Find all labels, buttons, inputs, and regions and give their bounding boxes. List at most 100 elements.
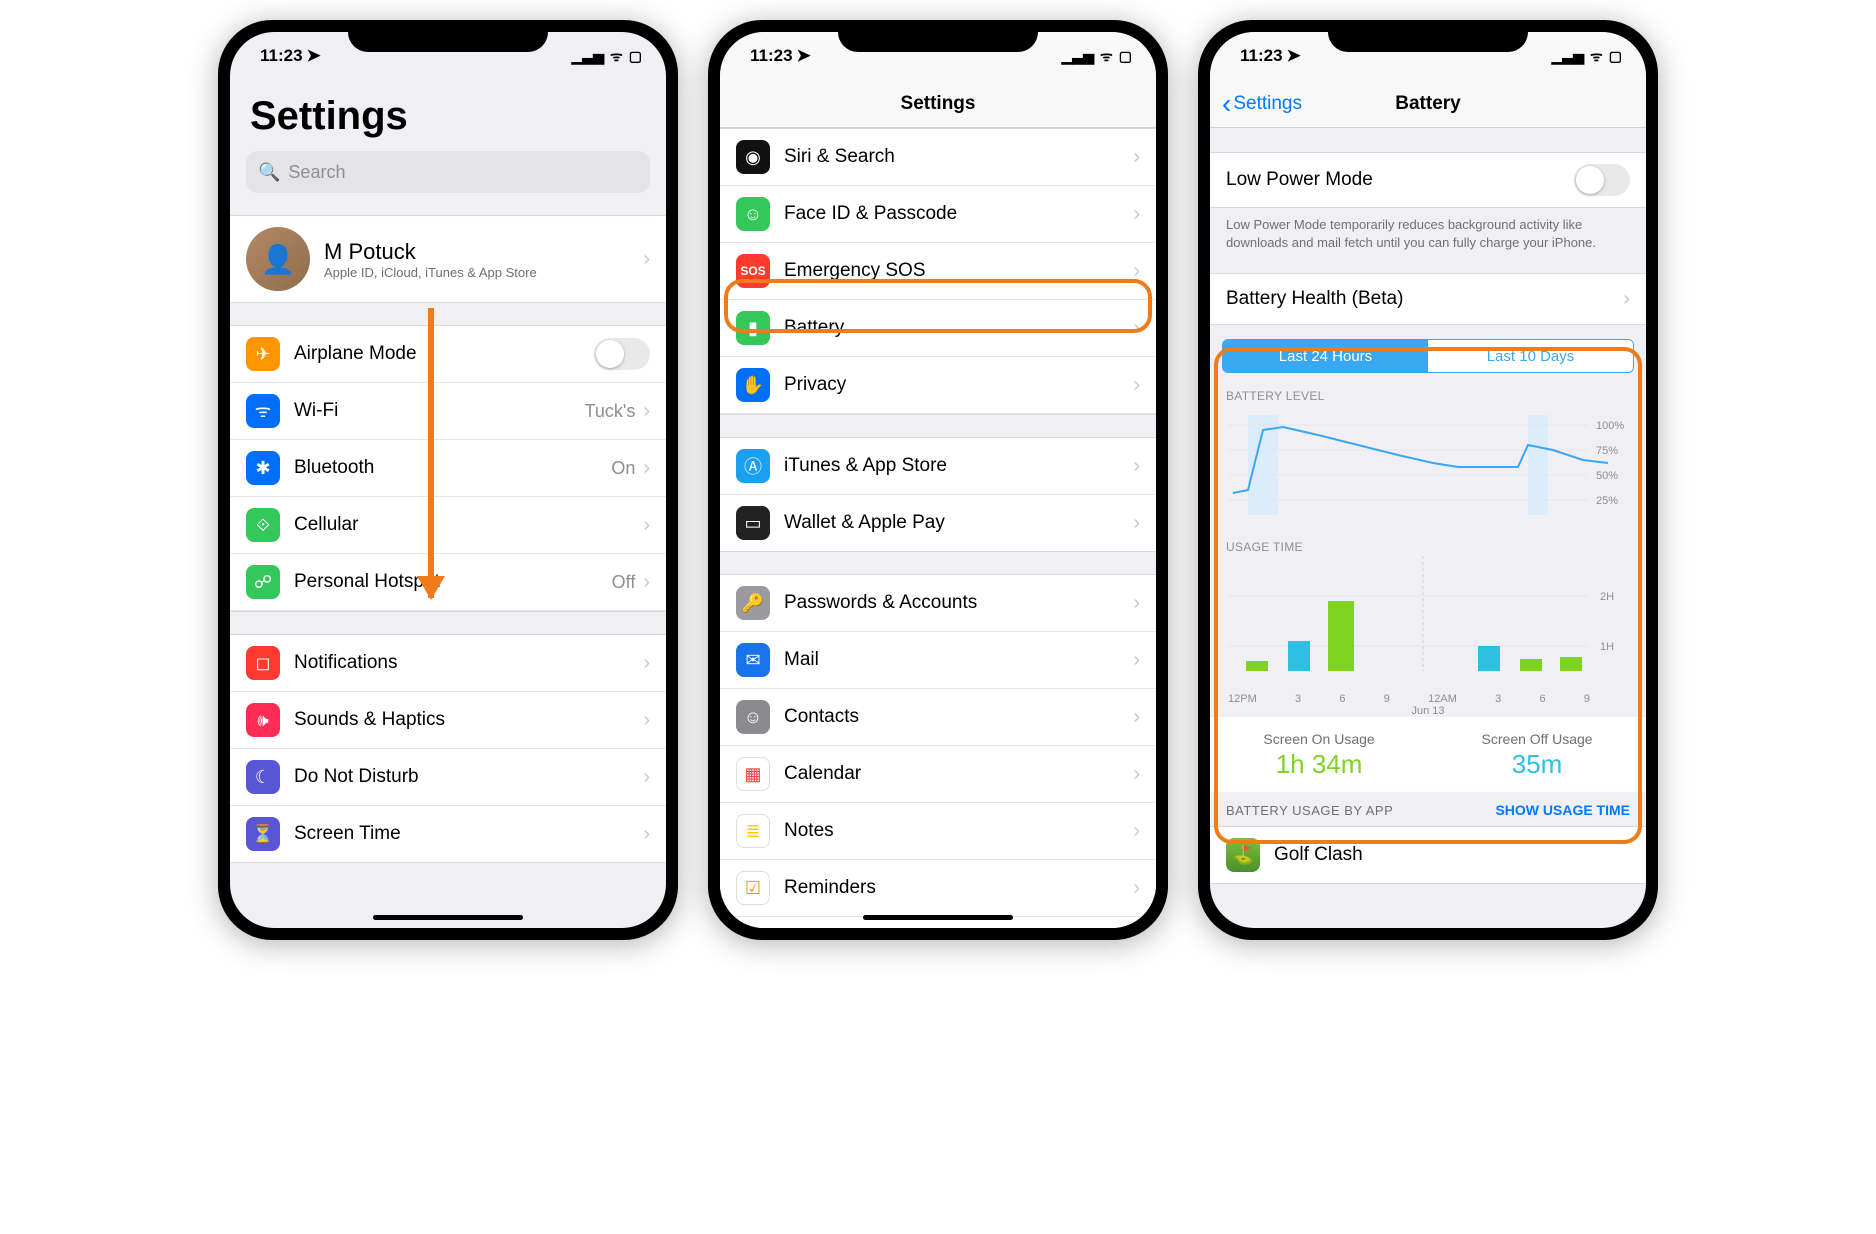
chart-date-label: Jun 13 <box>1226 705 1630 717</box>
sounds-icon: 🕪 <box>246 703 280 737</box>
nav-title: Battery <box>1395 93 1460 115</box>
reminders-row[interactable]: ☑Reminders› <box>720 860 1156 917</box>
airplane-toggle[interactable] <box>594 338 650 370</box>
usage-time-chart: 2H 1H 12PM36912AM369 Jun 13 <box>1210 556 1646 717</box>
screen-off-value: 35m <box>1482 749 1593 780</box>
chevron-right-icon: › <box>643 514 650 537</box>
airplane-icon: ✈ <box>246 337 280 371</box>
sounds-row[interactable]: 🕪 Sounds & Haptics › <box>230 692 666 749</box>
x-axis-ticks: 12PM36912AM369 <box>1226 691 1630 705</box>
battery-level-svg: 100% 75% 50% 25% <box>1226 405 1630 525</box>
notes-row[interactable]: ≣Notes› <box>720 803 1156 860</box>
svg-text:1H: 1H <box>1600 641 1614 653</box>
golf-clash-icon: ⛳ <box>1226 838 1260 872</box>
signal-icon: ▁▃▅ <box>572 48 604 65</box>
usage-time-heading: USAGE TIME <box>1210 530 1646 556</box>
nav-bar: Settings <box>720 80 1156 128</box>
hotspot-row[interactable]: ☍ Personal Hotspot Off › <box>230 554 666 611</box>
time-range-segmented[interactable]: Last 24 Hours Last 10 Days <box>1222 339 1634 373</box>
chevron-right-icon: › <box>643 823 650 846</box>
screen-on-value: 1h 34m <box>1263 749 1374 780</box>
siri-row[interactable]: ◉ Siri & Search › <box>720 129 1156 186</box>
usage-summary: Screen On Usage 1h 34m Screen Off Usage … <box>1210 717 1646 792</box>
dnd-row[interactable]: ☾ Do Not Disturb › <box>230 749 666 806</box>
location-icon: ➤ <box>307 46 321 66</box>
battery-health-row[interactable]: Battery Health (Beta) › <box>1210 274 1646 324</box>
annotation-arrow-down <box>428 308 434 598</box>
app-usage-row[interactable]: ⛳ Golf Clash <box>1210 827 1646 883</box>
status-bar: 11:23➤ ▁▃▅ ᯤ ▢ <box>720 32 1156 80</box>
back-button[interactable]: ‹ Settings <box>1222 93 1302 115</box>
passwords-row[interactable]: 🔑Passwords & Accounts› <box>720 575 1156 632</box>
reminders-icon: ☑ <box>736 871 770 905</box>
sos-icon: SOS <box>736 254 770 288</box>
battery-icon: ▢ <box>629 48 642 65</box>
battery-level-heading: BATTERY LEVEL <box>1210 379 1646 405</box>
search-input[interactable]: 🔍 Search <box>246 151 650 193</box>
wallet-icon: ▭ <box>736 506 770 540</box>
battery-level-chart: 100% 75% 50% 25% <box>1210 405 1646 530</box>
privacy-row[interactable]: ✋ Privacy › <box>720 357 1156 414</box>
sos-row[interactable]: SOS Emergency SOS › <box>720 243 1156 300</box>
battery-screen: 11:23➤ ▁▃▅ ᯤ ▢ ‹ Settings Battery Low Po… <box>1210 32 1646 928</box>
search-placeholder: Search <box>288 162 345 183</box>
hourglass-icon: ⏳ <box>246 817 280 851</box>
chevron-right-icon: › <box>643 248 650 271</box>
mail-icon: ✉ <box>736 643 770 677</box>
key-icon: 🔑 <box>736 586 770 620</box>
calendar-row[interactable]: ▦Calendar› <box>720 746 1156 803</box>
airplane-mode-row[interactable]: ✈ Airplane Mode <box>230 326 666 383</box>
battery-row[interactable]: ▮ Battery › <box>720 300 1156 357</box>
mail-row[interactable]: ✉Mail› <box>720 632 1156 689</box>
svg-text:25%: 25% <box>1596 495 1618 507</box>
phone-mockup-3: 11:23➤ ▁▃▅ ᯤ ▢ ‹ Settings Battery Low Po… <box>1198 20 1658 940</box>
wifi-icon: ᯤ <box>610 47 623 66</box>
home-indicator[interactable] <box>863 915 1013 920</box>
svg-text:50%: 50% <box>1596 470 1618 482</box>
screen-on-label: Screen On Usage <box>1263 731 1374 747</box>
notes-icon: ≣ <box>736 814 770 848</box>
low-power-description: Low Power Mode temporarily reduces backg… <box>1210 208 1646 251</box>
chevron-right-icon: › <box>643 571 650 594</box>
settings-root-screen: 11:23➤ ▁▃▅ ᯤ ▢ Settings 🔍 Search 👤 M Pot… <box>230 32 666 928</box>
account-name: M Potuck <box>324 239 643 265</box>
chevron-right-icon: › <box>1623 288 1630 311</box>
notifications-icon: ◻ <box>246 646 280 680</box>
apple-id-row[interactable]: 👤 M Potuck Apple ID, iCloud, iTunes & Ap… <box>230 216 666 302</box>
search-icon: 🔍 <box>258 162 280 183</box>
siri-icon: ◉ <box>736 140 770 174</box>
contacts-row[interactable]: ☺Contacts› <box>720 689 1156 746</box>
screentime-row[interactable]: ⏳ Screen Time › <box>230 806 666 862</box>
chevron-right-icon: › <box>643 709 650 732</box>
cellular-row[interactable]: ⟐ Cellular › <box>230 497 666 554</box>
tab-last-24h[interactable]: Last 24 Hours <box>1223 340 1428 372</box>
account-subtitle: Apple ID, iCloud, iTunes & App Store <box>324 265 643 280</box>
svg-text:2H: 2H <box>1600 591 1614 603</box>
nav-bar: ‹ Settings Battery <box>1210 80 1646 128</box>
tab-last-10d[interactable]: Last 10 Days <box>1428 340 1633 372</box>
wallet-row[interactable]: ▭ Wallet & Apple Pay › <box>720 495 1156 551</box>
page-title: Settings <box>230 80 666 145</box>
calendar-icon: ▦ <box>736 757 770 791</box>
itunes-row[interactable]: Ⓐ iTunes & App Store › <box>720 438 1156 495</box>
phone-mockup-1: 11:23➤ ▁▃▅ ᯤ ▢ Settings 🔍 Search 👤 M Pot… <box>218 20 678 940</box>
low-power-toggle[interactable] <box>1574 164 1630 196</box>
battery-row-icon: ▮ <box>736 311 770 345</box>
cellular-icon: ⟐ <box>246 508 280 542</box>
screen-off-label: Screen Off Usage <box>1482 731 1593 747</box>
show-usage-time-button[interactable]: SHOW USAGE TIME <box>1495 802 1630 818</box>
status-bar: 11:23➤ ▁▃▅ ᯤ ▢ <box>230 32 666 80</box>
usage-by-app-heading: BATTERY USAGE BY APP <box>1226 803 1393 818</box>
home-indicator[interactable] <box>373 915 523 920</box>
chevron-right-icon: › <box>643 766 650 789</box>
bluetooth-icon: ✱ <box>246 451 280 485</box>
wifi-row[interactable]: ᯤ Wi-Fi Tuck's › <box>230 383 666 440</box>
faceid-row[interactable]: ☺ Face ID & Passcode › <box>720 186 1156 243</box>
contacts-icon: ☺ <box>736 700 770 734</box>
svg-text:75%: 75% <box>1596 445 1618 457</box>
low-power-mode-row[interactable]: Low Power Mode <box>1210 153 1646 207</box>
notifications-row[interactable]: ◻ Notifications › <box>230 635 666 692</box>
hand-icon: ✋ <box>736 368 770 402</box>
moon-icon: ☾ <box>246 760 280 794</box>
bluetooth-row[interactable]: ✱ Bluetooth On › <box>230 440 666 497</box>
